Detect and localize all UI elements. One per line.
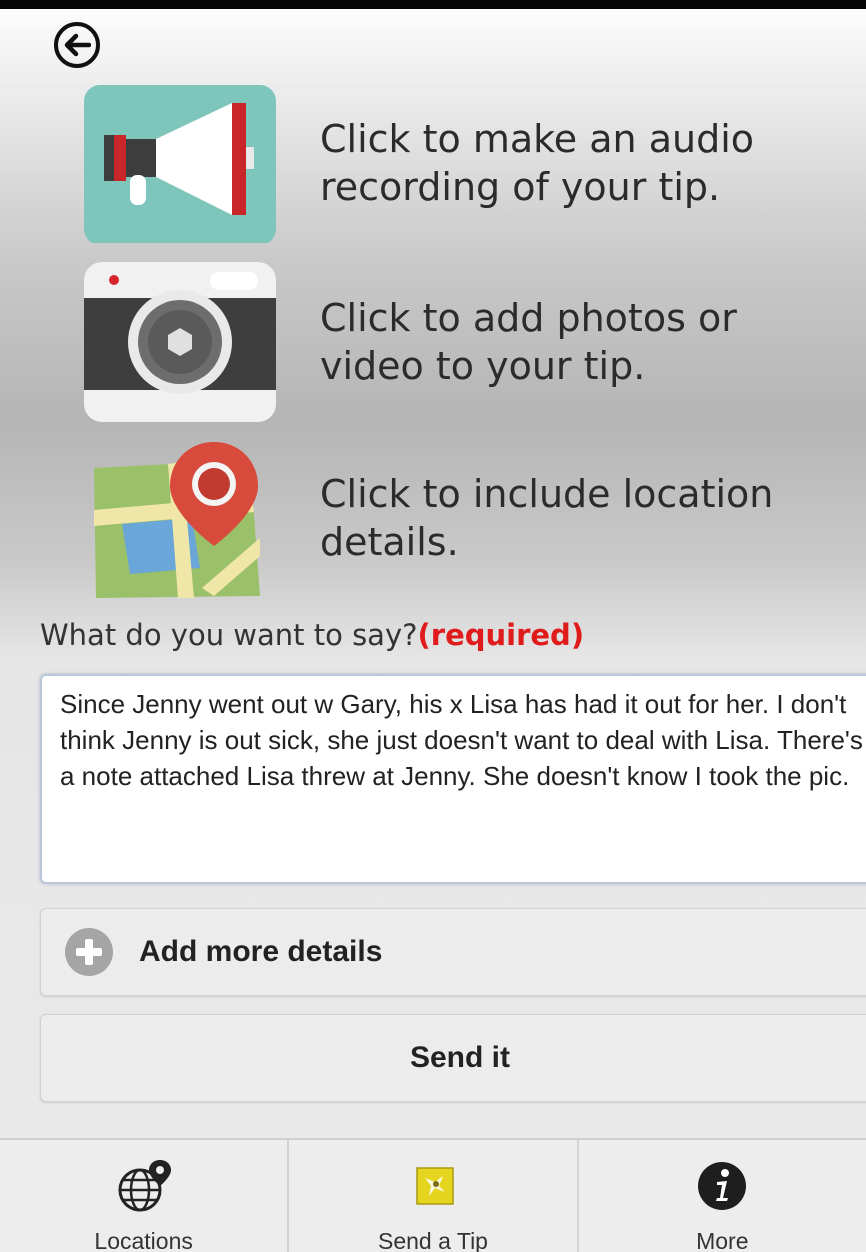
audio-recording-option[interactable]: Click to make an audio recording of your… (82, 83, 820, 245)
tab-send-a-tip-label: Send a Tip (378, 1228, 488, 1252)
tab-locations[interactable]: Locations (0, 1140, 290, 1252)
tab-send-a-tip[interactable]: Send a Tip (289, 1140, 579, 1252)
location-option[interactable]: Click to include location details. (82, 438, 820, 598)
arrow-left-icon (64, 33, 91, 57)
photo-option-text: Click to add photos or video to your tip… (320, 296, 737, 388)
tab-more-label: More (696, 1228, 749, 1252)
plus-circle-icon (65, 928, 113, 976)
location-option-text: Click to include location details. (320, 472, 774, 564)
add-more-details-button[interactable]: Add more details (40, 908, 866, 996)
audio-option-text: Click to make an audio recording of your… (320, 117, 755, 209)
megaphone-icon (82, 83, 278, 245)
status-bar-edge (0, 0, 866, 9)
info-icon (692, 1156, 752, 1216)
tab-locations-label: Locations (94, 1228, 193, 1252)
globe-pin-icon (114, 1156, 174, 1216)
tip-app-icon (403, 1156, 463, 1216)
tip-message-textarea[interactable]: Since Jenny went out w Gary, his x Lisa … (40, 674, 866, 884)
bottom-tab-bar: Locations Send a Tip More (0, 1138, 866, 1252)
screen: Click to make an audio recording of your… (0, 0, 866, 1252)
send-it-button[interactable]: Send it (40, 1014, 866, 1102)
required-indicator: (required) (417, 618, 585, 652)
camera-icon (82, 262, 278, 422)
back-button[interactable] (54, 22, 100, 68)
map-pin-icon (82, 438, 278, 598)
prompt-text: What do you want to say? (40, 618, 418, 652)
message-prompt-label: What do you want to say?(required) (40, 618, 584, 652)
add-details-label: Add more details (139, 935, 383, 968)
send-label: Send it (409, 1041, 510, 1074)
tab-more[interactable]: More (579, 1140, 866, 1252)
photo-video-option[interactable]: Click to add photos or video to your tip… (82, 262, 820, 422)
